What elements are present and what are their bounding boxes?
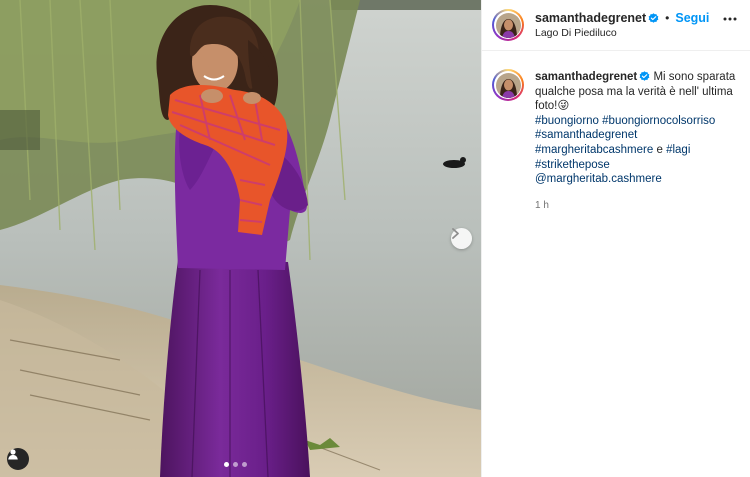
tagged-users-button[interactable] [7,448,29,470]
caption-text-block: samanthadegrenet Mi sono sparata qualche… [535,70,745,187]
hashtag-link[interactable]: #lagi [666,144,690,156]
carousel-dot [242,462,247,467]
profile-photo [495,12,521,38]
more-options-icon[interactable] [723,17,737,21]
carousel-dot [233,462,238,467]
caption-conjunction: e [656,143,663,156]
carousel-indicator [224,462,247,467]
header-user-row: samanthadegrenet • Segui [535,11,709,25]
post-details-panel: samanthadegrenet • Segui Lago Di Piedilu… [481,0,750,477]
user-tag-icon [8,449,18,460]
post-header: samanthadegrenet • Segui Lago Di Piedilu… [482,0,750,51]
header-username[interactable]: samanthadegrenet [535,11,646,25]
follow-button[interactable]: Segui [675,11,709,25]
hashtag-link[interactable]: #buongiornocolsorriso [602,115,715,127]
photo-scene [0,0,481,477]
carousel-dot [224,462,229,467]
next-slide-button[interactable] [451,228,472,249]
mention-link[interactable]: @margheritab.cashmere [535,173,662,185]
post-timestamp[interactable]: 1 h [535,200,549,211]
chevron-right-icon [452,228,459,239]
verified-badge-icon [639,71,650,81]
caption-avatar[interactable] [492,69,524,101]
verified-badge-icon [648,12,659,23]
post-photo[interactable] [0,0,481,477]
header-separator: • [665,11,670,25]
caption-username[interactable]: samanthadegrenet [535,71,637,83]
avatar[interactable] [492,9,524,41]
hashtag-link[interactable]: #buongiorno [535,115,599,127]
hashtag-link[interactable]: #margheritabcashmere [535,144,653,156]
profile-photo [495,72,521,98]
location-link[interactable]: Lago Di Piediluco [535,27,617,39]
hashtag-link[interactable]: #strikethepose [535,159,610,171]
hashtag-link[interactable]: #samanthadegrenet [535,129,637,141]
